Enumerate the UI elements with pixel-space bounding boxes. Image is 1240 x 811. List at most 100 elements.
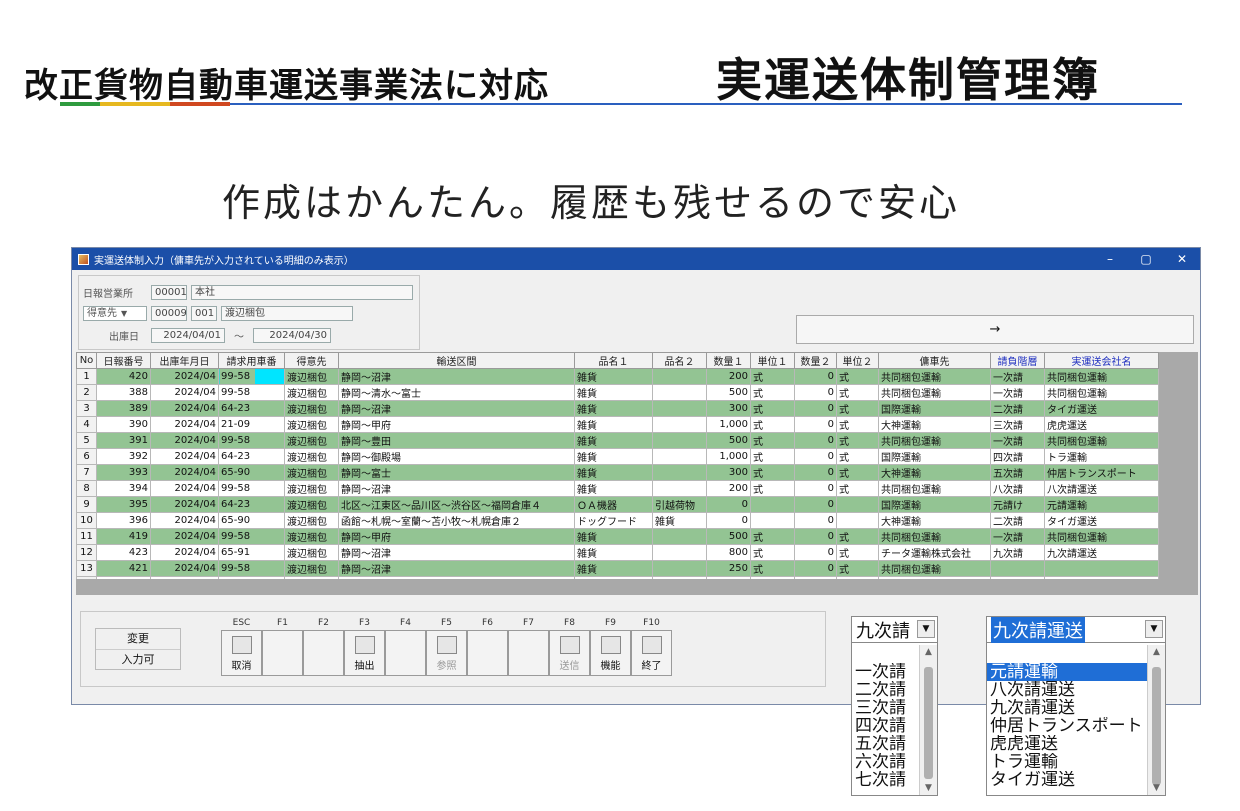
table-cell[interactable]: [652, 544, 707, 561]
table-cell[interactable]: [1044, 560, 1159, 577]
table-cell[interactable]: 99-58: [218, 528, 285, 545]
table-cell[interactable]: 392: [96, 448, 151, 465]
table-row[interactable]: 6 392 2024/04 64-23 渡辺梱包 静岡～御殿場 雑貨 1,000 式 0 式国際運輸…: [76, 448, 1159, 465]
table-cell[interactable]: 99-58: [218, 384, 285, 401]
table-cell[interactable]: 雑貨: [574, 400, 653, 417]
table-cell[interactable]: [652, 432, 707, 449]
column-header[interactable]: 実運送会社名: [1044, 352, 1159, 369]
table-cell[interactable]: 式: [750, 384, 795, 401]
table-cell[interactable]: [652, 384, 707, 401]
table-cell[interactable]: 0: [794, 432, 837, 449]
table-cell[interactable]: [750, 512, 795, 529]
table-cell[interactable]: 2024/04: [150, 528, 219, 545]
table-cell[interactable]: 0: [794, 384, 837, 401]
table-cell[interactable]: 391: [96, 432, 151, 449]
table-cell[interactable]: 式: [836, 544, 879, 561]
dropdown-option[interactable]: 九次請運送: [987, 699, 1147, 717]
table-row[interactable]: 5 391 2024/04 99-58 渡辺梱包 静岡～豊田 雑貨 500 式 0 式共同梱包運輸一…: [76, 432, 1159, 449]
table-cell[interactable]: [652, 368, 707, 385]
table-cell[interactable]: 渡辺梱包: [284, 528, 339, 545]
table-cell[interactable]: 式: [750, 432, 795, 449]
table-cell[interactable]: タイガ運送: [1044, 400, 1159, 417]
table-cell[interactable]: 渡辺梱包: [284, 400, 339, 417]
dropdown-option[interactable]: 七次請: [852, 771, 919, 789]
table-cell[interactable]: 共同梱包運輸: [1044, 368, 1159, 385]
table-cell[interactable]: 式: [836, 368, 879, 385]
table-cell[interactable]: 393: [96, 464, 151, 481]
table-cell[interactable]: 6: [76, 448, 97, 465]
table-cell[interactable]: 64-23: [218, 448, 285, 465]
column-header[interactable]: 単位１: [750, 352, 795, 369]
column-header[interactable]: 請求用車番: [218, 352, 285, 369]
minimize-button[interactable]: –: [1092, 248, 1128, 270]
fkey-button-f5[interactable]: 参照: [426, 630, 467, 676]
table-cell[interactable]: 静岡～甲府: [338, 416, 575, 433]
chevron-down-icon[interactable]: ▼: [1145, 620, 1163, 638]
table-cell[interactable]: 2024/04: [150, 400, 219, 417]
fkey-button-f1[interactable]: [262, 630, 303, 676]
table-cell[interactable]: タイガ運送: [1044, 512, 1159, 529]
table-cell[interactable]: 静岡～沼津: [338, 400, 575, 417]
column-header[interactable]: 数量１: [706, 352, 751, 369]
fkey-button-f6[interactable]: [467, 630, 508, 676]
table-cell[interactable]: 雑貨: [574, 464, 653, 481]
table-cell[interactable]: 式: [836, 400, 879, 417]
carrier-scrollbar[interactable]: ▲ ▼: [1147, 645, 1165, 795]
column-header[interactable]: 数量２: [794, 352, 837, 369]
table-row[interactable]: 12 423 2024/04 65-91 渡辺梱包 静岡～沼津 雑貨 800 式 0 式チータ運輸株…: [76, 544, 1159, 561]
arrow-button[interactable]: →: [796, 315, 1194, 344]
table-cell[interactable]: 0: [706, 512, 751, 529]
table-cell[interactable]: 一次請: [990, 384, 1045, 401]
table-cell[interactable]: ドッグフード: [574, 512, 653, 529]
table-cell[interactable]: 国際運輸: [878, 400, 991, 417]
table-cell[interactable]: 九次請: [990, 544, 1045, 561]
table-cell[interactable]: 渡辺梱包: [284, 416, 339, 433]
scroll-up-icon[interactable]: ▲: [920, 647, 937, 657]
table-cell[interactable]: 元請運輸: [1044, 496, 1159, 513]
table-cell[interactable]: 元請け: [990, 496, 1045, 513]
fkey-button-f3[interactable]: 抽出: [344, 630, 385, 676]
table-cell[interactable]: 2: [76, 384, 97, 401]
fkey-button-f4[interactable]: [385, 630, 426, 676]
table-cell[interactable]: 800: [706, 544, 751, 561]
dropdown-option[interactable]: 仲居トランスポート: [987, 717, 1147, 735]
table-cell[interactable]: 九次請運送: [1044, 544, 1159, 561]
table-cell[interactable]: 雑貨: [574, 480, 653, 497]
table-cell[interactable]: 423: [96, 544, 151, 561]
table-cell[interactable]: 5: [76, 432, 97, 449]
table-cell[interactable]: 0: [706, 496, 751, 513]
table-cell[interactable]: トラ運輸: [1044, 448, 1159, 465]
dropdown-option[interactable]: 三次請: [852, 699, 919, 717]
table-cell[interactable]: 99-58: [218, 480, 285, 497]
table-cell[interactable]: 渡辺梱包: [284, 432, 339, 449]
table-cell[interactable]: 11: [76, 528, 97, 545]
office-code-field[interactable]: 00001: [151, 284, 187, 300]
column-header[interactable]: 品名２: [652, 352, 707, 369]
tier-dropdown[interactable]: 九次請 ▼ 一次請 二次請 三次請 四次請 五次請 六次請 七次請 ▲ ▼: [851, 616, 938, 796]
table-cell[interactable]: [652, 416, 707, 433]
table-cell[interactable]: 式: [750, 464, 795, 481]
table-cell[interactable]: ＯＡ機器: [574, 496, 653, 513]
column-header[interactable]: 得意先: [284, 352, 339, 369]
column-header[interactable]: 日報番号: [96, 352, 151, 369]
table-cell[interactable]: 0: [794, 496, 837, 513]
tier-dropdown-face[interactable]: 九次請 ▼: [852, 617, 937, 643]
table-cell[interactable]: 0: [794, 528, 837, 545]
fkey-button-f10[interactable]: 終了: [631, 630, 672, 676]
table-row[interactable]: 9 395 2024/04 64-23 渡辺梱包 北区～江東区～品川区～渋谷区～福岡倉庫４…: [76, 496, 1159, 513]
table-cell[interactable]: [652, 480, 707, 497]
table-cell[interactable]: 200: [706, 368, 751, 385]
table-cell[interactable]: 共同梱包運輸: [878, 480, 991, 497]
table-cell[interactable]: チータ運輸株式会社: [878, 544, 991, 561]
dropdown-option[interactable]: 虎虎運送: [987, 735, 1147, 753]
table-cell[interactable]: 64-23: [218, 400, 285, 417]
table-cell[interactable]: 五次請: [990, 464, 1045, 481]
table-cell[interactable]: [750, 496, 795, 513]
table-cell[interactable]: 396: [96, 512, 151, 529]
dropdown-option[interactable]: 六次請: [852, 753, 919, 771]
table-cell[interactable]: 2024/04: [150, 496, 219, 513]
table-cell[interactable]: 渡辺梱包: [284, 512, 339, 529]
table-cell[interactable]: 3: [76, 400, 97, 417]
table-cell[interactable]: 65-90: [218, 512, 285, 529]
table-cell[interactable]: 静岡～清水～富士: [338, 384, 575, 401]
